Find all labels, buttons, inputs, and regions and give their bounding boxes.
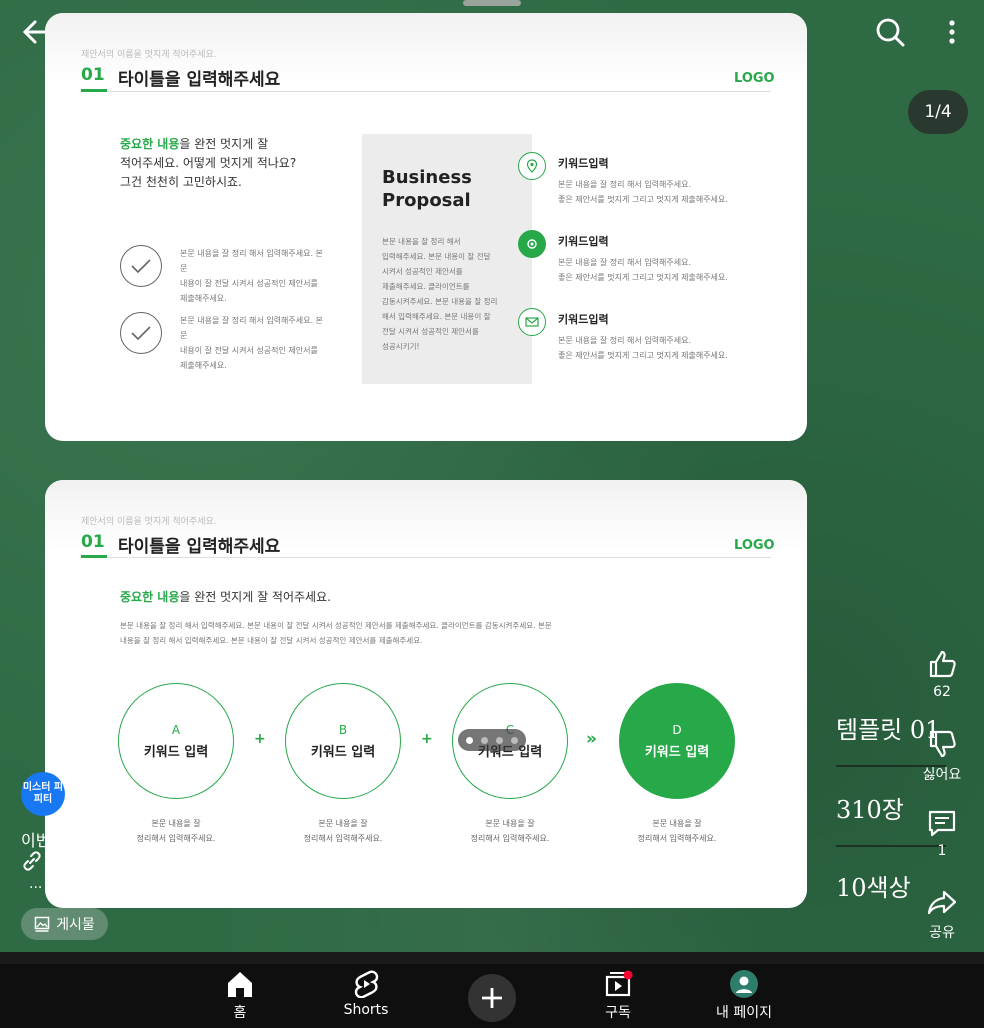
page-counter: 1/4: [908, 90, 968, 134]
box-body: 본문 내용을 잘 정리 해서 입력해주세요. 본문 내용이 잘 전달 시켜서 성…: [382, 237, 498, 351]
nav-shorts[interactable]: Shorts: [326, 970, 406, 1018]
like-count: 62: [933, 684, 951, 700]
nav-my-page-label: 내 페이지: [716, 1005, 772, 1021]
slide-title: 타이틀을 입력해주세요: [118, 537, 281, 557]
slide-supertitle: 제안서의 이름을 멋지게 적어주세요.: [81, 50, 217, 60]
plus-icon: [482, 988, 502, 1008]
share-label: 공유: [929, 925, 955, 941]
channel-name[interactable]: 이번: [21, 827, 50, 851]
step-circle-d: D 키워드 입력: [619, 683, 735, 799]
keyword-title: 키워드입력: [558, 235, 609, 248]
carousel-dot[interactable]: [481, 736, 488, 744]
double-chevron-icon: »: [586, 729, 597, 749]
nav-subscriptions-label: 구독: [605, 1005, 631, 1021]
nav-home-label: 홈: [233, 1005, 247, 1021]
slide-supertitle: 제안서의 이름을 멋지게 적어주세요.: [81, 517, 217, 527]
bottom-nav: 홈 Shorts 구독 내 페이지: [0, 964, 984, 1028]
keyword-title: 키워드입력: [558, 157, 609, 170]
box-title: Business Proposal: [382, 167, 472, 211]
slide-2[interactable]: 제안서의 이름을 멋지게 적어주세요. 01 타이틀을 입력해주세요 LOGO …: [45, 480, 807, 908]
slide-number: 01: [81, 532, 105, 552]
mail-icon: [518, 308, 546, 336]
nav-shorts-label: Shorts: [343, 1002, 389, 1018]
image-post-icon: [34, 916, 50, 932]
step-circle-b: B 키워드 입력: [285, 683, 401, 799]
step-caption: 본문 내용을 잘 정리해서 입력해주세요.: [470, 819, 550, 843]
keyword-desc: 본문 내용을 잘 정리 해서 입력해주세요. 좋은 제안서를 멋지게 그리고 멋…: [558, 258, 728, 282]
check-item-text: 본문 내용을 잘 정리 해서 입력해주세요. 본문 내용이 잘 전달 시켜서 성…: [180, 249, 323, 303]
share-button[interactable]: 공유: [912, 886, 972, 942]
nav-home[interactable]: 홈: [200, 970, 280, 1022]
drag-handle[interactable]: [463, 0, 521, 6]
more-text[interactable]: ...: [29, 876, 42, 892]
comment-icon: [928, 810, 956, 837]
carousel-dot[interactable]: [511, 736, 518, 744]
step-circle-a: A 키워드 입력: [118, 683, 234, 799]
overlay-colors: 10색상: [836, 874, 911, 902]
carousel-dot[interactable]: [496, 736, 503, 744]
carousel-dot[interactable]: [466, 736, 473, 744]
dislike-label: 싫어요: [922, 767, 962, 783]
carousel-indicator[interactable]: [458, 729, 526, 751]
shorts-icon: [354, 970, 379, 998]
thumbs-up-icon: [929, 650, 956, 678]
lead-text: 중요한 내용을 완전 멋지게 잘 적어주세요.: [120, 590, 331, 604]
thumbs-down-icon: [929, 730, 956, 758]
more-vert-icon: [949, 20, 955, 44]
comment-count: 1: [937, 843, 947, 859]
slide-logo: LOGO: [734, 71, 775, 86]
gear-icon: [518, 230, 546, 258]
slide-logo: LOGO: [734, 538, 775, 553]
plus-icon: +: [421, 731, 433, 747]
like-button[interactable]: 62: [912, 648, 972, 700]
link-icon[interactable]: [21, 850, 43, 876]
search-button[interactable]: [872, 14, 908, 50]
slide-1[interactable]: 제안서의 이름을 멋지게 적어주세요. 01 타이틀을 입력해주세요 LOGO …: [45, 13, 807, 441]
nav-my-page[interactable]: 내 페이지: [704, 970, 784, 1022]
step-caption: 본문 내용을 잘 정리해서 입력해주세요.: [303, 819, 383, 843]
slide-title: 타이틀을 입력해주세요: [118, 70, 281, 90]
post-chip-label: 게시물: [56, 917, 95, 933]
step-caption: 본문 내용을 잘 정리해서 입력해주세요.: [136, 819, 216, 843]
check-circle-icon: [120, 312, 162, 354]
business-proposal-box: Business Proposal 본문 내용을 잘 정리 해서 입력해주세요.…: [362, 134, 532, 384]
keyword-desc: 본문 내용을 잘 정리 해서 입력해주세요. 좋은 제안서를 멋지게 그리고 멋…: [558, 180, 728, 204]
avatar-icon: [730, 970, 758, 998]
slide-number: 01: [81, 65, 105, 85]
share-icon: [927, 890, 957, 915]
dislike-button[interactable]: 싫어요: [912, 728, 972, 784]
more-options-button[interactable]: [940, 14, 964, 50]
overlay-count: 310장: [836, 796, 904, 824]
keyword-title: 키워드입력: [558, 313, 609, 326]
comment-button[interactable]: 1: [912, 807, 972, 859]
keyword-desc: 본문 내용을 잘 정리 해서 입력해주세요. 좋은 제안서를 멋지게 그리고 멋…: [558, 336, 728, 360]
plus-icon: +: [254, 731, 266, 747]
nav-subscriptions[interactable]: 구독: [578, 970, 658, 1022]
search-icon: [876, 18, 905, 47]
create-button[interactable]: [468, 974, 516, 1022]
lead-text: 중요한 내용을 완전 멋지게 잘 적어주세요. 어떻게 멋지게 적나요? 그건 …: [120, 137, 297, 189]
location-pin-icon: [518, 152, 546, 180]
channel-avatar[interactable]: 미스터 피피티: [21, 772, 65, 816]
check-circle-icon: [120, 245, 162, 287]
post-chip-button[interactable]: 게시물: [21, 908, 108, 940]
body-text: 본문 내용을 잘 정리 해서 입력해주세요. 본문 내용이 잘 전달 시켜서 성…: [120, 621, 552, 645]
step-caption: 본문 내용을 잘 정리해서 입력해주세요.: [637, 819, 717, 843]
home-icon: [228, 972, 252, 997]
check-item-text: 본문 내용을 잘 정리 해서 입력해주세요. 본문 내용이 잘 전달 시켜서 성…: [180, 316, 323, 370]
subscriptions-icon: [605, 970, 633, 997]
